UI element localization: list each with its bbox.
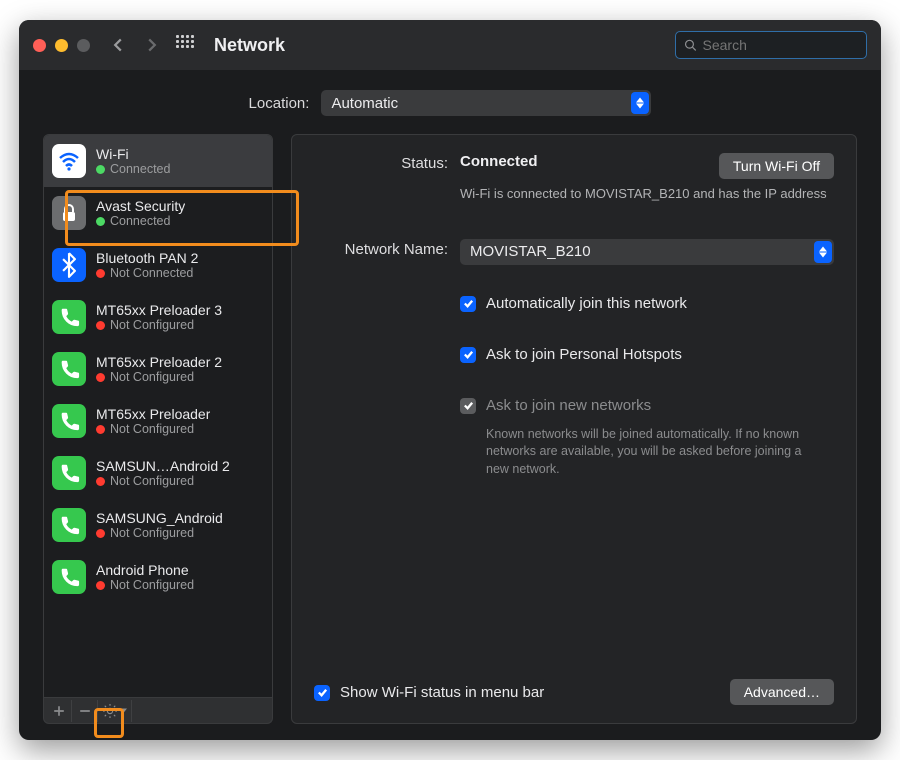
phone-icon	[52, 300, 86, 334]
service-item-bluetooth-pan-2[interactable]: Bluetooth PAN 2Not Connected	[44, 239, 272, 291]
close-window-button[interactable]	[33, 39, 46, 52]
auto-join-checkbox-row[interactable]: Automatically join this network	[460, 295, 834, 312]
advanced-button[interactable]: Advanced…	[730, 679, 834, 705]
phone-icon	[52, 560, 86, 594]
phone-icon	[52, 508, 86, 542]
network-name-value: MOVISTAR_B210	[470, 243, 591, 260]
ask-hotspots-checkbox-row[interactable]: Ask to join Personal Hotspots	[460, 346, 834, 363]
status-description: Wi-Fi is connected to MOVISTAR_B210 and …	[460, 185, 834, 203]
service-actions-menu[interactable]	[98, 700, 132, 722]
service-status: Connected	[96, 162, 170, 176]
service-name: SAMSUN…Android 2	[96, 458, 230, 474]
search-field[interactable]	[675, 31, 867, 59]
menubar-status-label: Show Wi-Fi status in menu bar	[340, 684, 544, 701]
service-status: Not Configured	[96, 422, 210, 436]
titlebar: Network	[19, 20, 881, 70]
status-dot-icon	[96, 529, 105, 538]
back-button[interactable]	[106, 33, 130, 57]
service-status: Not Configured	[96, 318, 222, 332]
status-dot-icon	[96, 477, 105, 486]
service-list-toolbar	[43, 698, 273, 724]
add-service-button[interactable]	[46, 700, 72, 722]
service-list[interactable]: Wi-FiConnectedAvast SecurityConnectedBlu…	[43, 134, 273, 698]
wifi-toggle-button[interactable]: Turn Wi-Fi Off	[719, 153, 834, 179]
phone-icon	[52, 456, 86, 490]
wifi-icon	[52, 144, 86, 178]
search-icon	[684, 38, 697, 52]
network-name-label: Network Name:	[314, 239, 448, 479]
ask-networks-hint: Known networks will be joined automatica…	[486, 426, 826, 479]
checkbox-checked-icon	[460, 296, 476, 312]
panel-bottom-row: Show Wi-Fi status in menu bar Advanced…	[314, 679, 834, 705]
menubar-status-checkbox-row[interactable]: Show Wi-Fi status in menu bar	[314, 684, 720, 701]
service-name: SAMSUNG_Android	[96, 510, 223, 526]
service-name: Avast Security	[96, 198, 185, 214]
phone-icon	[52, 352, 86, 386]
network-preferences-window: Network Location: Automatic Wi-FiConnect…	[19, 20, 881, 740]
status-value: Connected	[460, 153, 538, 170]
service-item-mt65xx-preloader-2[interactable]: MT65xx Preloader 2Not Configured	[44, 343, 272, 395]
service-item-wi-fi[interactable]: Wi-FiConnected	[44, 135, 272, 187]
status-label: Status:	[314, 153, 448, 203]
remove-service-button[interactable]	[72, 700, 98, 722]
checkbox-checked-disabled-icon	[460, 398, 476, 414]
service-name: Wi-Fi	[96, 146, 170, 162]
service-name: Android Phone	[96, 562, 194, 578]
search-input[interactable]	[703, 37, 858, 53]
service-item-avast-security[interactable]: Avast SecurityConnected	[44, 187, 272, 239]
service-name: Bluetooth PAN 2	[96, 250, 198, 266]
service-name: MT65xx Preloader 2	[96, 354, 222, 370]
status-dot-icon	[96, 373, 105, 382]
window-body: Location: Automatic Wi-FiConnectedAvast …	[19, 70, 881, 740]
status-dot-icon	[96, 425, 105, 434]
phone-icon	[52, 404, 86, 438]
service-status: Not Configured	[96, 474, 230, 488]
checkbox-checked-icon	[314, 685, 330, 701]
minimize-window-button[interactable]	[55, 39, 68, 52]
popup-arrows-icon	[814, 241, 832, 263]
service-status: Not Configured	[96, 526, 223, 540]
auto-join-label: Automatically join this network	[486, 295, 687, 312]
window-title: Network	[214, 35, 285, 56]
forward-button[interactable]	[140, 33, 164, 57]
service-sidebar: Wi-FiConnectedAvast SecurityConnectedBlu…	[43, 134, 273, 724]
service-name: MT65xx Preloader 3	[96, 302, 222, 318]
service-item-mt65xx-preloader-3[interactable]: MT65xx Preloader 3Not Configured	[44, 291, 272, 343]
location-row: Location: Automatic	[43, 90, 857, 116]
zoom-window-button[interactable]	[77, 39, 90, 52]
lock-icon	[52, 196, 86, 230]
location-value: Automatic	[331, 95, 398, 112]
service-item-samsun-android-2[interactable]: SAMSUN…Android 2Not Configured	[44, 447, 272, 499]
window-controls	[33, 39, 90, 52]
ask-networks-checkbox-row: Ask to join new networks	[460, 397, 834, 414]
status-dot-icon	[96, 269, 105, 278]
status-dot-icon	[96, 321, 105, 330]
show-all-prefs-button[interactable]	[174, 33, 198, 57]
status-dot-icon	[96, 581, 105, 590]
network-name-popup[interactable]: MOVISTAR_B210	[460, 239, 834, 265]
location-label: Location:	[249, 95, 310, 112]
checkbox-checked-icon	[460, 347, 476, 363]
service-detail-panel: Status: Connected Turn Wi-Fi Off Wi-Fi i…	[291, 134, 857, 724]
service-status: Not Configured	[96, 370, 222, 384]
status-dot-icon	[96, 217, 105, 226]
service-item-samsung-android[interactable]: SAMSUNG_AndroidNot Configured	[44, 499, 272, 551]
location-popup[interactable]: Automatic	[321, 90, 651, 116]
bt-icon	[52, 248, 86, 282]
service-item-mt65xx-preloader[interactable]: MT65xx PreloaderNot Configured	[44, 395, 272, 447]
status-dot-icon	[96, 165, 105, 174]
service-status: Not Configured	[96, 578, 194, 592]
popup-arrows-icon	[631, 92, 649, 114]
ask-networks-label: Ask to join new networks	[486, 397, 651, 414]
service-status: Connected	[96, 214, 185, 228]
service-name: MT65xx Preloader	[96, 406, 210, 422]
service-status: Not Connected	[96, 266, 198, 280]
service-item-android-phone[interactable]: Android PhoneNot Configured	[44, 551, 272, 603]
grid-icon	[176, 35, 196, 55]
ask-hotspots-label: Ask to join Personal Hotspots	[486, 346, 682, 363]
